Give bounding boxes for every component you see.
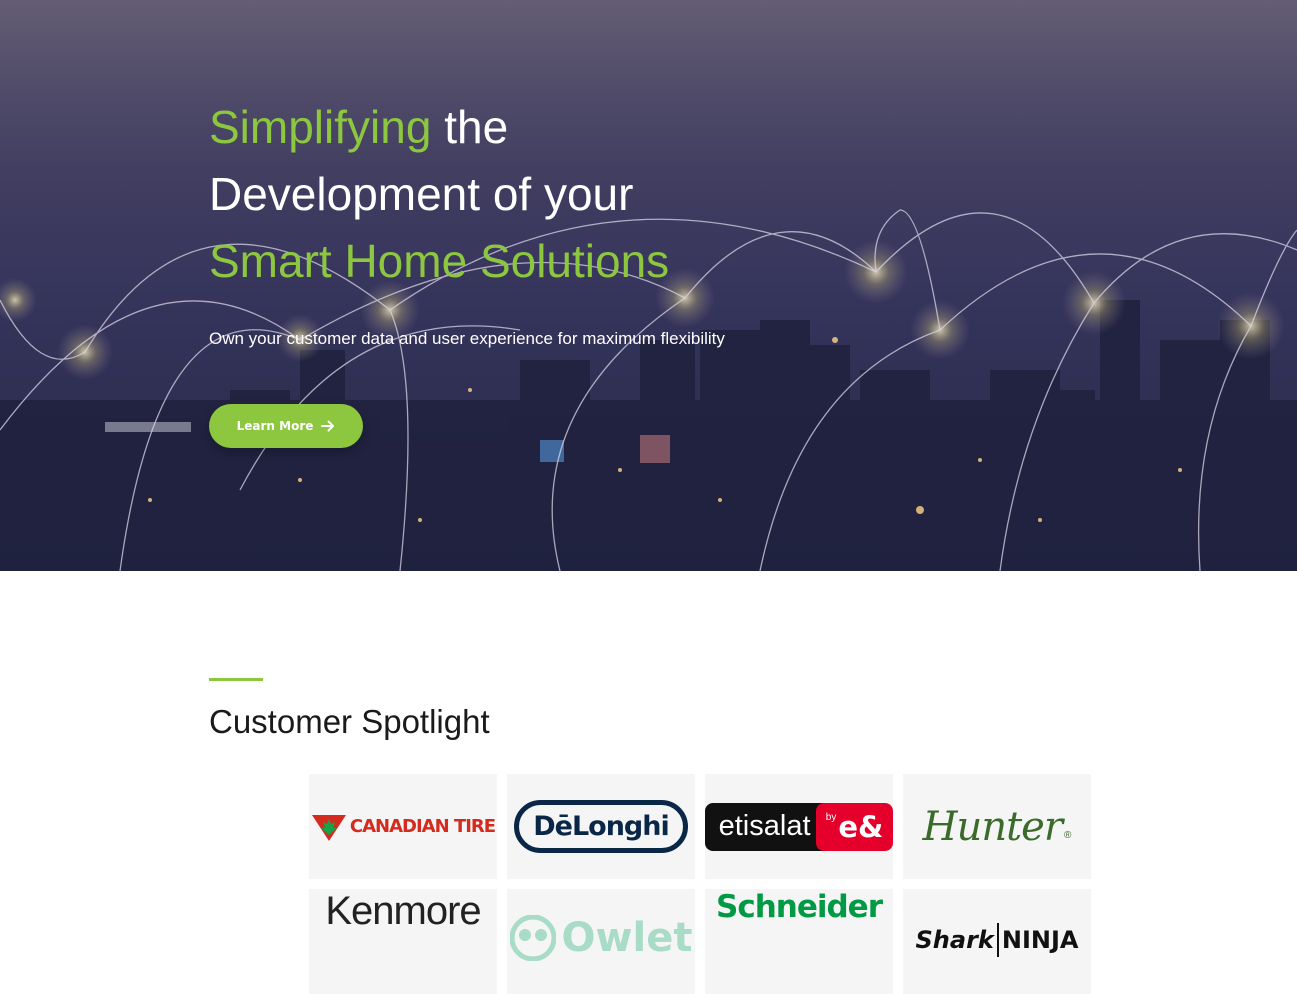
- headline-text: Development of your: [209, 168, 634, 220]
- schneider-electric-logo: Schneider: [716, 889, 883, 925]
- logo-tile-owlet[interactable]: Owlet: [507, 889, 695, 994]
- section-accent-bar: [209, 678, 263, 681]
- hero-subtitle: Own your customer data and user experien…: [209, 329, 725, 348]
- shark-wordmark: Shark: [915, 926, 994, 954]
- headline-highlight: Simplifying: [209, 101, 432, 153]
- canadian-tire-wordmark: CANADIAN TIRE: [349, 816, 496, 837]
- arrow-right-icon: [321, 420, 335, 432]
- delonghi-logo: DēLonghi: [514, 800, 688, 853]
- learn-more-label: Learn More: [236, 419, 314, 433]
- kenmore-logo: Kenmore: [325, 889, 481, 934]
- headline-highlight: Smart Home Solutions: [209, 235, 670, 287]
- etisalat-by-label: by: [825, 812, 837, 823]
- e-and-mark: e&: [838, 809, 884, 844]
- owl-face-icon: [509, 915, 556, 961]
- maple-leaf-triangle-icon: [311, 814, 346, 841]
- customer-logo-grid: CANADIAN TIRE DēLonghi etisalat by e& Hu…: [309, 774, 1091, 994]
- delonghi-wordmark: DēLonghi: [533, 811, 670, 842]
- sharkninja-logo: Shark NINJA: [915, 923, 1079, 957]
- owlet-wordmark: Owlet: [561, 915, 693, 961]
- etisalat-logo: etisalat by e&: [705, 802, 893, 851]
- section-title: Customer Spotlight: [209, 703, 490, 740]
- hunter-logo: Hunter ®: [923, 804, 1072, 850]
- canadian-tire-logo: CANADIAN TIRE: [311, 812, 496, 842]
- logo-divider: [996, 923, 999, 957]
- hunter-wordmark: Hunter: [922, 803, 1063, 850]
- logo-tile-delonghi[interactable]: DēLonghi: [507, 774, 695, 879]
- schneider-wordmark: Schneider: [716, 889, 883, 925]
- registered-mark: ®: [1063, 830, 1072, 841]
- kenmore-wordmark: Kenmore: [325, 889, 481, 933]
- etisalat-wordmark: etisalat: [718, 810, 811, 842]
- logo-tile-sharkninja[interactable]: Shark NINJA: [903, 889, 1091, 994]
- logo-tile-etisalat[interactable]: etisalat by e&: [705, 774, 893, 879]
- owlet-logo: Owlet: [509, 915, 693, 961]
- logo-tile-kenmore[interactable]: Kenmore: [309, 889, 497, 994]
- customer-spotlight-section: Customer Spotlight CANADIAN TIRE DēLongh…: [0, 571, 1297, 994]
- logo-tile-schneider-electric[interactable]: Schneider: [705, 889, 893, 994]
- hero-section: Simplifying the Development of your Smar…: [0, 0, 1297, 571]
- learn-more-button[interactable]: Learn More: [209, 404, 363, 448]
- headline-text: the: [431, 101, 509, 153]
- logo-tile-hunter[interactable]: Hunter ®: [903, 774, 1091, 879]
- hero-content: Simplifying the Development of your Smar…: [209, 94, 909, 349]
- ninja-wordmark: NINJA: [1001, 926, 1079, 954]
- hero-headline: Simplifying the Development of your Smar…: [209, 94, 909, 295]
- logo-tile-canadian-tire[interactable]: CANADIAN TIRE: [309, 774, 497, 879]
